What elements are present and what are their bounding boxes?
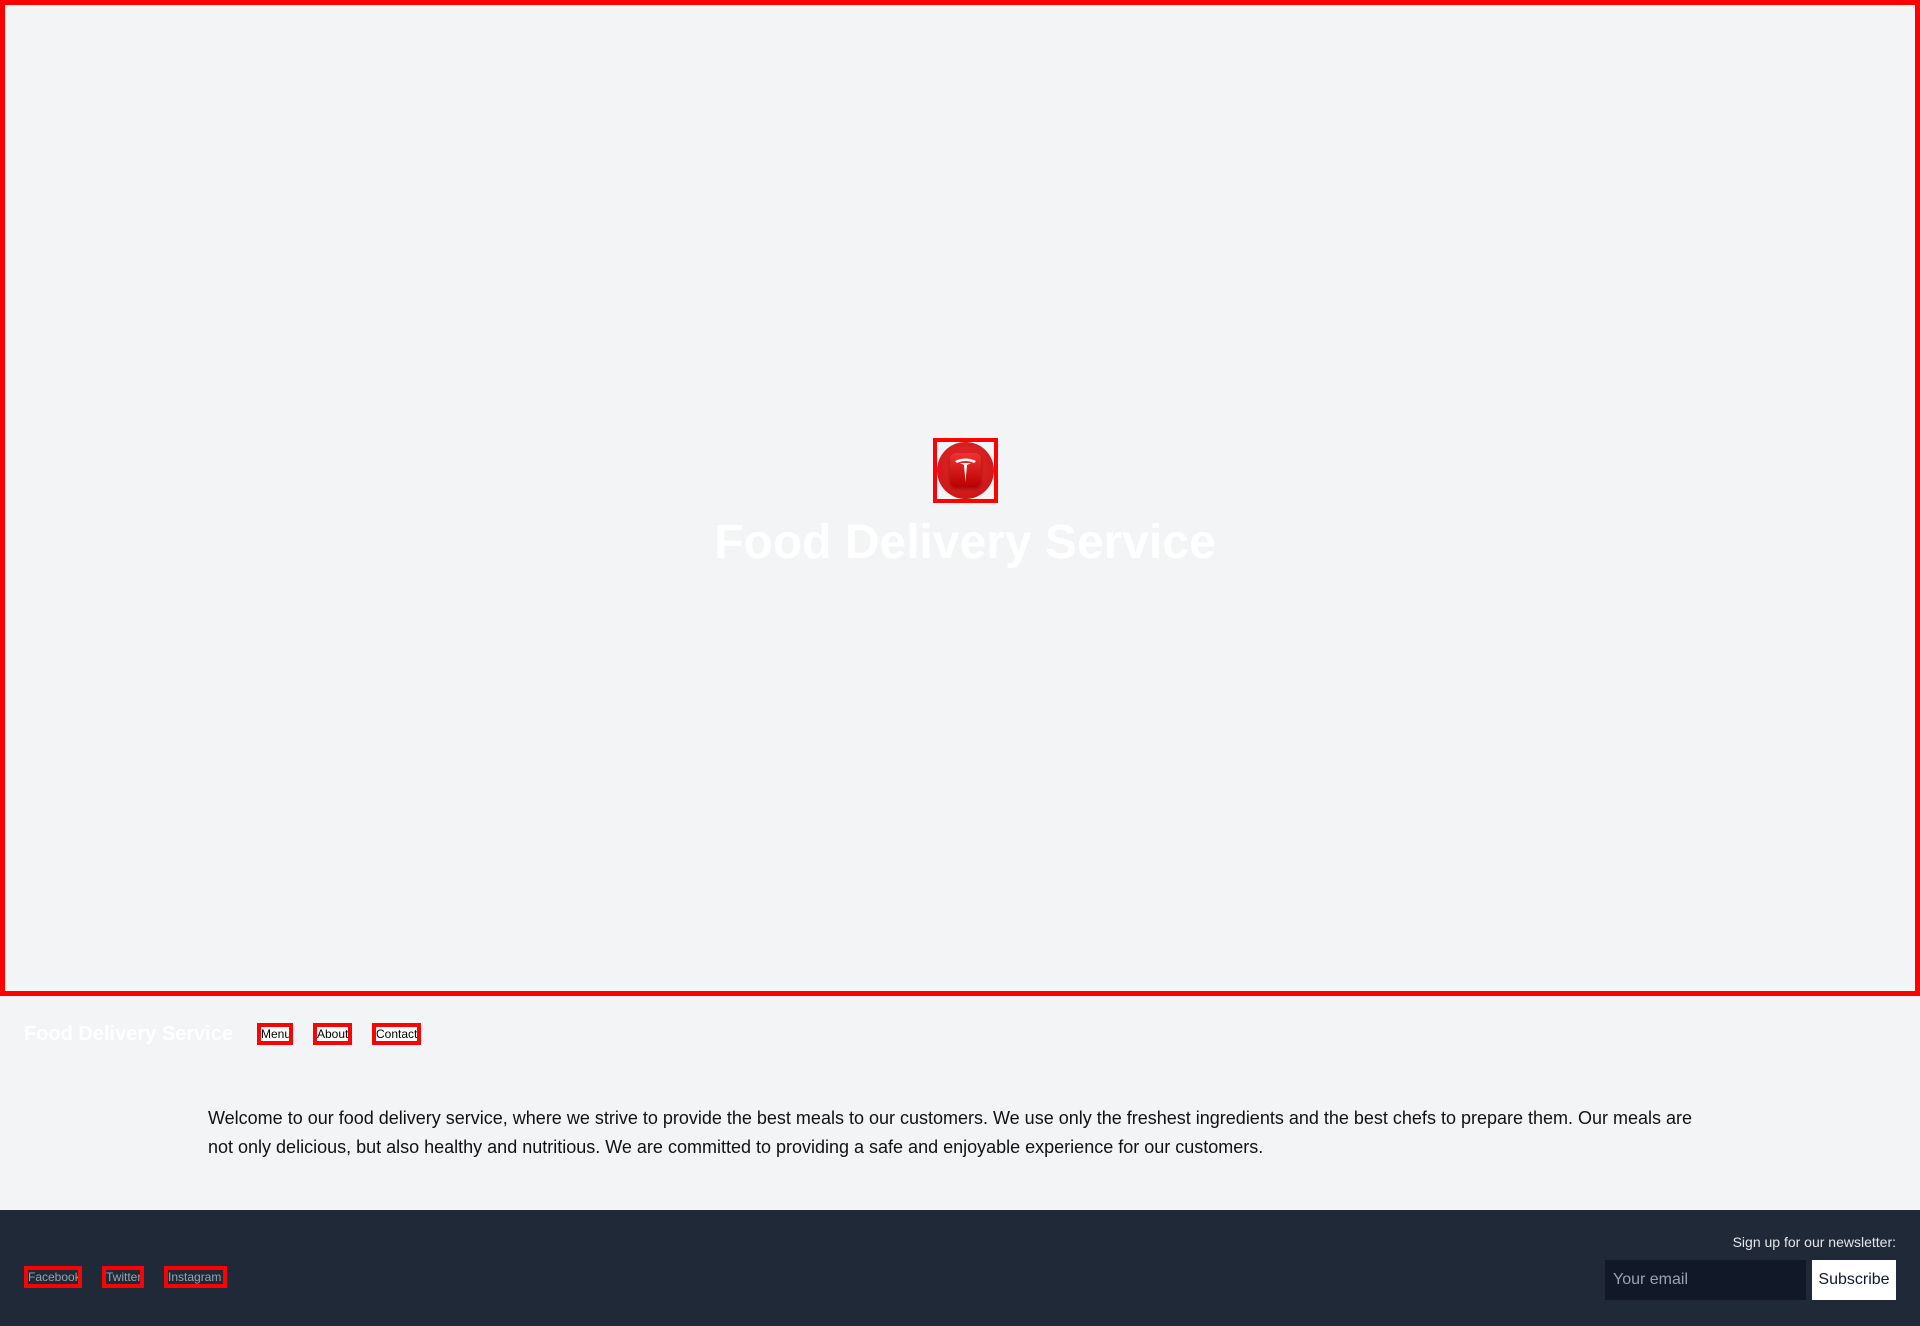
email-input[interactable]: [1605, 1260, 1806, 1300]
instagram-link[interactable]: Instagram: [164, 1266, 227, 1288]
nav-link-about[interactable]: About: [312, 1023, 352, 1045]
nav-link-menu[interactable]: Menu: [256, 1023, 293, 1045]
facebook-link[interactable]: Facebook: [24, 1266, 82, 1288]
intro-paragraph: Welcome to our food delivery service, wh…: [208, 1108, 1693, 1157]
twitter-link[interactable]: Twitter: [102, 1266, 144, 1288]
footer: Facebook Twitter Instagram Sign up for o…: [0, 1210, 1920, 1326]
tesla-logo-icon: [933, 438, 998, 503]
brand-name: Food Delivery Service: [24, 1022, 233, 1045]
hero-section: Food Delivery Service: [0, 0, 1920, 996]
hero-title: Food Delivery Service: [714, 516, 1216, 569]
social-links: Facebook Twitter Instagram: [24, 1266, 247, 1288]
newsletter-form: Sign up for our newsletter: Subscribe: [1605, 1234, 1896, 1300]
main-nav: Food Delivery Service Menu About Contact: [24, 1020, 441, 1048]
newsletter-label: Sign up for our newsletter:: [1732, 1234, 1896, 1250]
nav-link-contact[interactable]: Contact: [371, 1023, 421, 1045]
subscribe-button[interactable]: Subscribe: [1812, 1260, 1896, 1300]
